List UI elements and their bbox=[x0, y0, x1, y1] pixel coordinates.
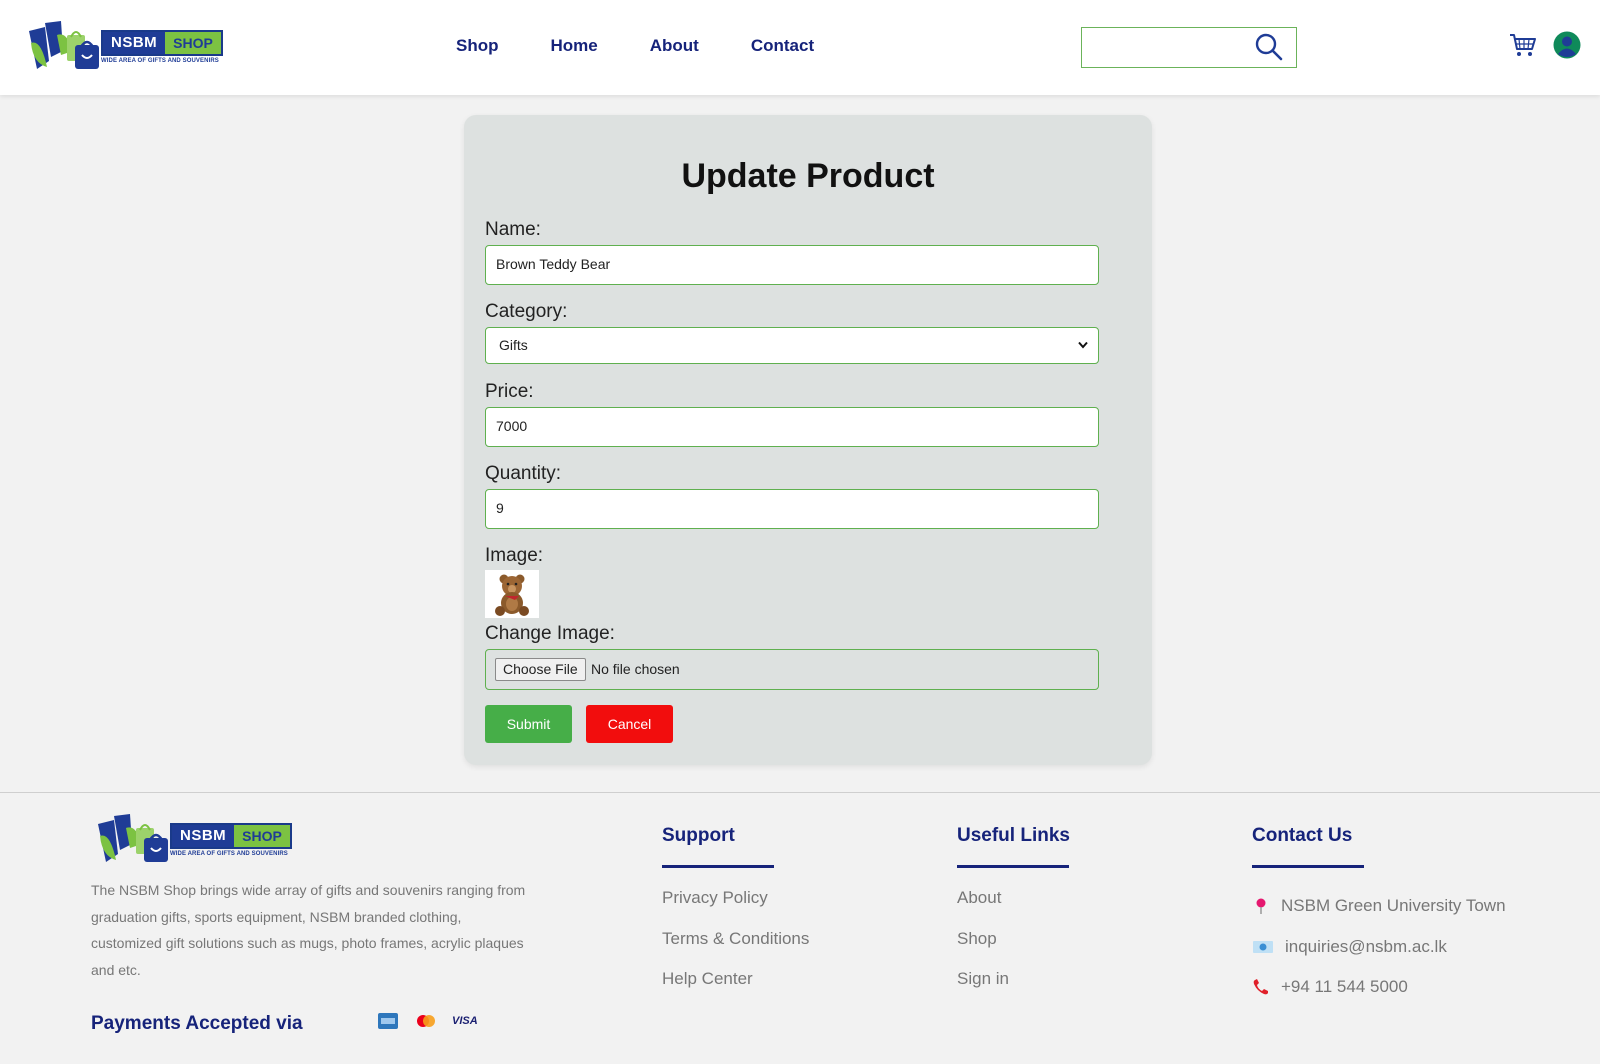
logo-bags-icon bbox=[29, 21, 99, 69]
mastercard-icon bbox=[414, 1013, 438, 1029]
site-footer: NSBM SHOP WIDE AREA OF GIFTS AND SOUVENI… bbox=[0, 792, 1600, 1064]
price-label: Price: bbox=[485, 381, 534, 402]
nav-shop[interactable]: Shop bbox=[456, 36, 499, 56]
quantity-input[interactable]: 9 bbox=[485, 489, 1099, 529]
useful-links-underline bbox=[957, 865, 1069, 868]
email-icon bbox=[1253, 940, 1273, 953]
contact-email-text: inquiries@nsbm.ac.lk bbox=[1285, 936, 1447, 956]
product-image-thumbnail bbox=[485, 570, 539, 618]
contact-underline bbox=[1252, 865, 1364, 868]
nav-about[interactable]: About bbox=[650, 36, 699, 56]
file-status-text: No file chosen bbox=[591, 661, 680, 677]
name-label: Name: bbox=[485, 219, 541, 240]
link-sign-in[interactable]: Sign in bbox=[957, 969, 1070, 1010]
change-image-label: Change Image: bbox=[485, 623, 615, 644]
footer-logo-shop: SHOP bbox=[234, 825, 290, 847]
contact-phone[interactable]: +94 11 544 5000 bbox=[1252, 967, 1506, 1008]
update-product-card: Update Product Name: Brown Teddy Bear Ca… bbox=[464, 115, 1152, 765]
category-select[interactable]: Gifts bbox=[485, 327, 1099, 364]
chevron-down-icon bbox=[1078, 341, 1088, 349]
logo-text: NSBM SHOP WIDE AREA OF GIFTS AND SOUVENI… bbox=[101, 30, 223, 64]
link-shop[interactable]: Shop bbox=[957, 929, 1070, 970]
footer-contact: Contact Us NSBM Green University Town in… bbox=[1252, 825, 1506, 1008]
footer-logo[interactable]: NSBM SHOP WIDE AREA OF GIFTS AND SOUVENI… bbox=[96, 814, 292, 866]
contact-address: NSBM Green University Town bbox=[1252, 886, 1506, 927]
nav-home[interactable]: Home bbox=[551, 36, 598, 56]
contact-phone-text: +94 11 544 5000 bbox=[1281, 977, 1408, 997]
image-label: Image: bbox=[485, 545, 544, 566]
link-terms-conditions[interactable]: Terms & Conditions bbox=[662, 929, 809, 970]
main-nav: Shop Home About Contact bbox=[456, 36, 866, 56]
support-title: Support bbox=[662, 825, 735, 846]
cancel-button[interactable]: Cancel bbox=[586, 705, 673, 743]
footer-description: The NSBM Shop brings wide array of gifts… bbox=[91, 882, 526, 978]
footer-logo-tagline: WIDE AREA OF GIFTS AND SOUVENIRS bbox=[170, 851, 288, 857]
payment-icons: VISA bbox=[376, 1013, 478, 1029]
search-icon[interactable] bbox=[1255, 33, 1283, 61]
visa-icon: VISA bbox=[452, 1015, 478, 1027]
logo-brand: NSBM bbox=[103, 32, 166, 54]
contact-title: Contact Us bbox=[1252, 825, 1353, 846]
user-avatar-icon[interactable] bbox=[1553, 31, 1581, 59]
quantity-label: Quantity: bbox=[485, 463, 562, 484]
category-label: Category: bbox=[485, 301, 568, 322]
footer-logo-brand: NSBM bbox=[172, 825, 235, 847]
footer-useful-links: Useful Links About Shop Sign in bbox=[957, 825, 1070, 1010]
logo-tagline: WIDE AREA OF GIFTS AND SOUVENIRS bbox=[101, 58, 219, 64]
footer-support: Support Privacy Policy Terms & Condition… bbox=[662, 825, 809, 1010]
submit-button[interactable]: Submit bbox=[485, 705, 572, 743]
amex-icon bbox=[378, 1013, 398, 1029]
useful-links-title: Useful Links bbox=[957, 825, 1070, 846]
link-privacy-policy[interactable]: Privacy Policy bbox=[662, 888, 809, 929]
image-file-input[interactable]: Choose File No file chosen bbox=[485, 649, 1099, 690]
support-underline bbox=[662, 865, 774, 868]
nav-contact[interactable]: Contact bbox=[751, 36, 814, 56]
logo-bags-icon bbox=[98, 814, 168, 862]
price-input[interactable]: 7000 bbox=[485, 407, 1099, 447]
choose-file-button[interactable]: Choose File bbox=[495, 658, 586, 681]
name-input[interactable]: Brown Teddy Bear bbox=[485, 245, 1099, 285]
site-logo[interactable]: NSBM SHOP WIDE AREA OF GIFTS AND SOUVENI… bbox=[27, 21, 223, 73]
page-title: Update Product bbox=[681, 157, 935, 195]
category-value: Gifts bbox=[499, 337, 528, 353]
link-help-center[interactable]: Help Center bbox=[662, 969, 809, 1010]
logo-shop: SHOP bbox=[165, 32, 221, 54]
cart-icon[interactable] bbox=[1509, 32, 1537, 58]
phone-icon bbox=[1253, 979, 1268, 995]
contact-email[interactable]: inquiries@nsbm.ac.lk bbox=[1252, 927, 1506, 968]
payments-label: Payments Accepted via bbox=[91, 1013, 303, 1034]
link-about[interactable]: About bbox=[957, 888, 1070, 929]
location-pin-icon bbox=[1256, 898, 1266, 915]
contact-address-text: NSBM Green University Town bbox=[1281, 896, 1506, 916]
site-header: NSBM SHOP WIDE AREA OF GIFTS AND SOUVENI… bbox=[0, 0, 1600, 95]
footer-logo-text: NSBM SHOP WIDE AREA OF GIFTS AND SOUVENI… bbox=[170, 823, 292, 857]
